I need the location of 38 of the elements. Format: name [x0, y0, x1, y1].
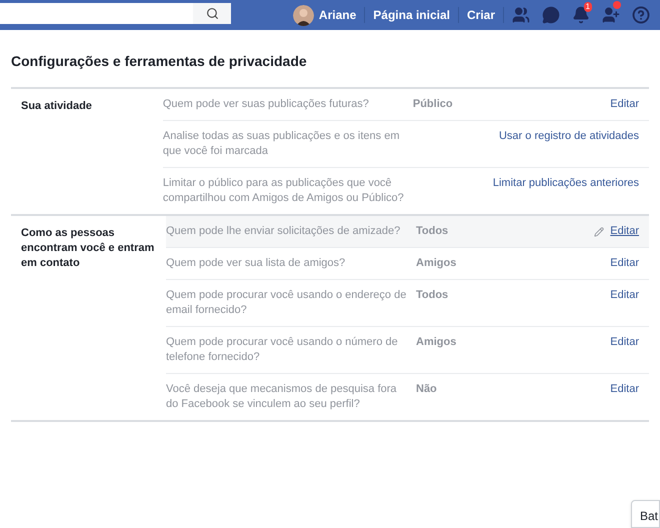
setting-row[interactable]: Quem pode lhe enviar solicitações de amizade? Todos Editar	[166, 216, 649, 248]
setting-row[interactable]: Quem pode procurar você usando o número de telefone fornecido? Amigos Editar	[166, 327, 649, 374]
setting-question: Quem pode ver sua lista de amigos?	[166, 256, 346, 271]
chat-tab[interactable]: Bat	[631, 500, 660, 528]
setting-question: Quem pode procurar você usando o número de telefone fornecido?	[166, 335, 399, 365]
edit-link[interactable]: Editar	[610, 382, 639, 397]
setting-row[interactable]: Quem pode procurar você usando o endereço de email fornecido? Todos Editar	[166, 280, 649, 327]
setting-value: Amigos	[416, 335, 458, 350]
section-label: Como as pessoas encontram você e entram em contato	[20, 226, 156, 271]
setting-value: Amigos	[416, 256, 458, 271]
user-name-link[interactable]: Ariane	[318, 6, 356, 24]
setting-question: Limitar o público para as publicações que você compartilhou com Amigos de Amigos ou Público?	[162, 176, 405, 206]
setting-row[interactable]: Analise todas as suas publicações e os itens em que você foi marcada Usar o registro de atividades	[162, 121, 649, 168]
page-title: Configurações e ferramentas de privacidade	[11, 52, 308, 71]
section-label: Sua atividade	[20, 99, 93, 114]
setting-row[interactable]: Quem pode ver sua lista de amigos? Amigos Editar	[166, 248, 649, 280]
nav-link[interactable]: Criar	[458, 7, 504, 23]
setting-question: Quem pode procurar você usando o endereço de email fornecido?	[166, 288, 408, 318]
setting-value: Não	[416, 382, 438, 397]
setting-value: Público	[412, 97, 454, 112]
edit-link[interactable]: Editar	[610, 335, 639, 350]
edit-link[interactable]: Editar	[610, 224, 639, 239]
setting-row[interactable]: Quem pode ver suas publicações futuras? Público Editar	[162, 89, 649, 121]
setting-question: Você deseja que mecanismos de pesquisa fora do Facebook se vinculem ao seu perfil?	[166, 382, 398, 412]
setting-row[interactable]: Você deseja que mecanismos de pesquisa fora do Facebook se vinculem ao seu perfil? Não Editar	[166, 374, 649, 420]
setting-question: Quem pode ver suas publicações futuras?	[162, 97, 370, 112]
edit-link[interactable]: Limitar publicações anteriores	[492, 176, 639, 191]
nav-link[interactable]: Página inicial	[365, 7, 459, 23]
edit-link[interactable]: Editar	[610, 256, 639, 271]
edit-link[interactable]: Editar	[610, 288, 639, 303]
setting-value: Todos	[416, 224, 450, 239]
setting-question: Analise todas as suas publicações e os itens em que você foi marcada	[162, 129, 400, 159]
setting-row[interactable]: Limitar o público para as publicações que você compartilhou com Amigos de Amigos ou Público? Limitar publicações anteriores	[162, 168, 649, 214]
edit-link[interactable]: Editar	[610, 97, 639, 112]
setting-value: Todos	[416, 288, 450, 303]
setting-question: Quem pode lhe enviar solicitações de amizade?	[166, 224, 402, 239]
edit-link[interactable]: Usar o registro de atividades	[498, 129, 639, 144]
notification-badge: 1	[584, 2, 592, 12]
